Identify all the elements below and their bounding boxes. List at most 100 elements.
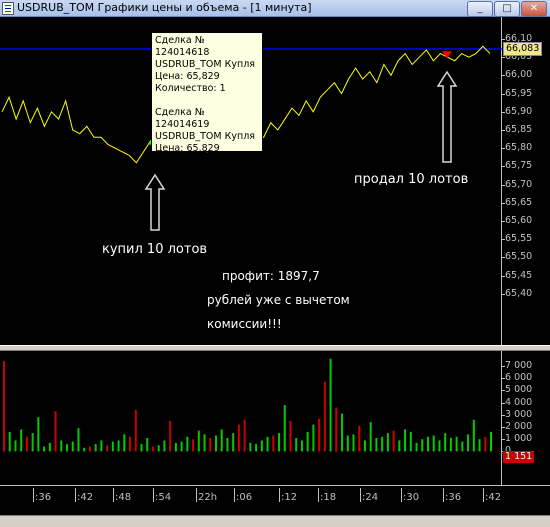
horizontal-scrollbar[interactable] (0, 515, 550, 527)
volume-bar (318, 418, 321, 452)
title-bar: USDRUB_TOM Графики цены и объема - [1 ми… (0, 0, 550, 17)
sell-arrow-icon (436, 70, 458, 163)
volume-bar (415, 442, 418, 452)
volume-bar (329, 358, 332, 452)
price-tick-label: 65,80 (501, 142, 533, 154)
volume-bar (444, 433, 447, 452)
price-tick-label: 65,95 (501, 87, 533, 99)
volume-bar (117, 440, 120, 452)
volume-bar (438, 440, 441, 452)
sold-annotation: продал 10 лотов (354, 172, 469, 187)
volume-bar (449, 437, 452, 452)
tooltip-deal1-side: USDRUB_TOM Купля (155, 59, 255, 70)
maximize-button[interactable]: □ (494, 1, 520, 17)
time-tick (360, 488, 361, 502)
volume-bar (88, 446, 91, 452)
volume-bar (341, 413, 344, 452)
volume-bar (20, 429, 23, 452)
volume-bar (151, 446, 154, 452)
bought-annotation: купил 10 лотов (102, 242, 208, 257)
volume-bar (266, 436, 269, 452)
price-tick-label: 65,90 (501, 105, 533, 117)
window-title: USDRUB_TOM Графики цены и объема - [1 ми… (17, 1, 312, 14)
volume-bar (48, 442, 51, 452)
volume-bar (14, 440, 17, 452)
volume-bar (484, 436, 487, 452)
volume-tick-label: 1 000 (501, 433, 533, 445)
volume-bar (386, 433, 389, 452)
minimize-button[interactable]: _ (467, 1, 493, 17)
volume-bar (363, 440, 366, 452)
time-tick (483, 488, 484, 502)
volume-bar (31, 433, 34, 452)
volume-bar (129, 436, 132, 452)
volume-bar (461, 441, 464, 452)
volume-bar (478, 439, 481, 452)
time-tick (75, 488, 76, 502)
volume-bar (323, 381, 326, 452)
volume-bar (272, 435, 275, 452)
tooltip-deal2-qty: Количество: 9 (155, 155, 226, 166)
volume-tick-label: 4 000 (501, 396, 533, 408)
volume-bar (25, 436, 28, 452)
volume-bar (467, 434, 470, 452)
volume-bar (335, 407, 338, 452)
volume-bar (289, 420, 292, 452)
volume-bar (174, 442, 177, 452)
volume-bar (37, 417, 40, 452)
volume-bar (243, 419, 246, 452)
time-tick (234, 488, 235, 502)
price-tick-label: 66,00 (501, 69, 533, 81)
time-tick-label: :06 (236, 492, 253, 503)
volume-bar (358, 425, 361, 452)
price-tick-label: 65,60 (501, 215, 533, 226)
volume-bar (404, 429, 407, 452)
volume-bar (8, 431, 11, 452)
volume-bar (192, 439, 195, 452)
time-tick-label: :30 (403, 492, 420, 503)
volume-bar (392, 430, 395, 452)
time-tick-label: :12 (281, 492, 298, 503)
volume-bar (255, 444, 258, 452)
price-tick-label: 65,70 (501, 178, 533, 190)
volume-bar (71, 441, 74, 452)
profit-annotation-3: комиссии!!! (207, 317, 282, 331)
volume-bar (306, 431, 309, 452)
time-tick (443, 488, 444, 502)
volume-bar (83, 447, 86, 452)
volume-bar (278, 433, 281, 452)
chart-app-icon (2, 2, 14, 15)
volume-bar (283, 405, 286, 452)
volume-bar (43, 446, 46, 452)
volume-chart-pane[interactable] (0, 351, 503, 485)
volume-bar (260, 440, 263, 452)
tooltip-deal1-number: Сделка № 124014618 (155, 35, 210, 58)
volume-bar (226, 437, 229, 452)
time-tick (113, 488, 114, 502)
time-tick (33, 488, 34, 502)
volume-axis: 7 0006 0005 0004 0003 0002 0001 0000 (501, 351, 550, 485)
volume-bar (180, 441, 183, 452)
time-tick-label: 22h (198, 492, 218, 503)
volume-bar (106, 445, 109, 452)
price-axis: 66,10 66,05 66,00 65,95 65,90 65,85 65,80 65,75… (501, 17, 550, 345)
close-button[interactable]: ✕ (521, 1, 547, 17)
volume-bar (472, 419, 475, 452)
volume-bar (214, 435, 217, 452)
tooltip-deal1-price: Цена: 65,829 (155, 71, 220, 82)
volume-bar (146, 437, 149, 452)
volume-bar (421, 439, 424, 452)
volume-tick-label: 2 000 (501, 421, 533, 432)
current-volume-badge: 1 151 (503, 451, 535, 463)
time-tick (401, 488, 402, 502)
volume-bar (169, 420, 172, 452)
volume-bar (3, 361, 5, 452)
volume-tick-label: 6 000 (501, 372, 533, 384)
volume-tick-label: 3 000 (501, 408, 533, 420)
time-axis: :36:42:48:54 22h:06:12:18:24:30:36:42 (0, 485, 550, 515)
volume-bar (100, 440, 103, 452)
tooltip-deal1-qty: Количество: 1 (155, 83, 226, 94)
volume-bar (203, 434, 206, 452)
volume-bar (352, 434, 355, 452)
volume-bar (220, 429, 223, 452)
